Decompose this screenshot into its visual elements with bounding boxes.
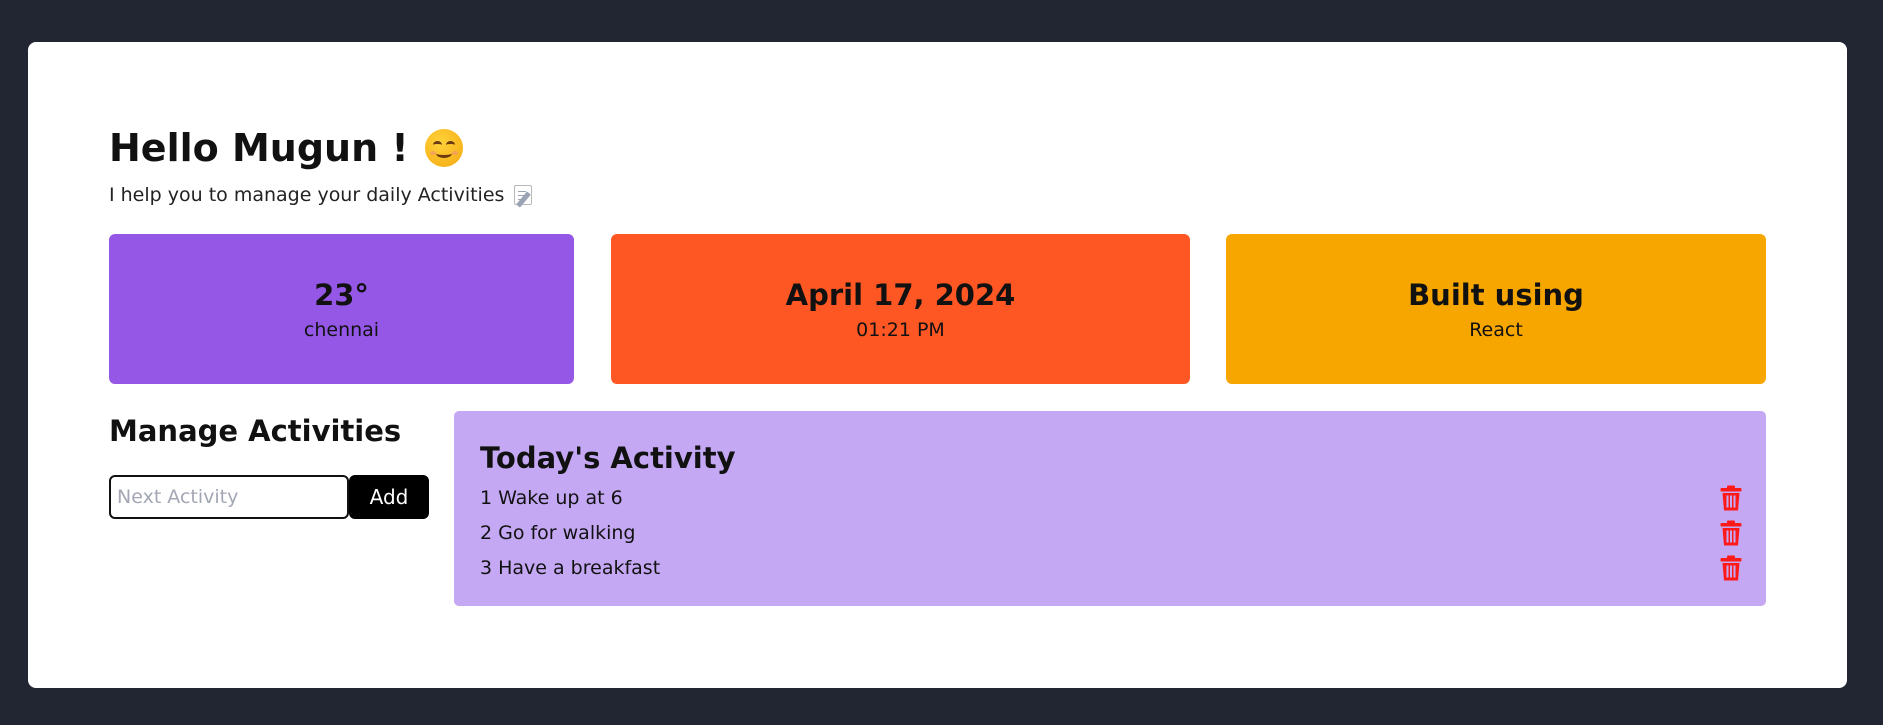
date-value: April 17, 2024 <box>785 278 1016 313</box>
trash-icon[interactable] <box>1720 485 1742 511</box>
city-label: chennai <box>303 318 380 341</box>
next-activity-input[interactable] <box>109 475 349 519</box>
weather-card: 23° chennai <box>109 234 574 384</box>
manage-activities-title: Manage Activities <box>109 414 402 448</box>
activity-item: 2 Go for walking <box>480 515 1742 550</box>
activity-list: 1 Wake up at 6 2 Go for walking 3 Have a… <box>480 480 1742 585</box>
activity-item: 3 Have a breakfast <box>480 550 1742 585</box>
built-using-title: Built using <box>1408 278 1584 313</box>
trash-icon[interactable] <box>1720 555 1742 581</box>
memo-icon <box>514 185 533 208</box>
greeting-text: Hello Mugun ! <box>109 126 409 170</box>
activity-label: 2 Go for walking <box>480 522 636 544</box>
todays-activity-panel: Today's Activity 1 Wake up at 6 2 Go for… <box>454 411 1766 606</box>
smiling-face-icon <box>424 129 463 167</box>
activity-item: 1 Wake up at 6 <box>480 480 1742 515</box>
subtitle: I help you to manage your daily Activiti… <box>109 182 533 208</box>
temperature-value: 23° <box>314 278 369 313</box>
activity-text: Have a breakfast <box>498 556 661 579</box>
activity-number: 3 <box>480 556 493 579</box>
activity-number: 1 <box>480 486 493 509</box>
activity-label: 3 Have a breakfast <box>480 557 660 579</box>
trash-icon[interactable] <box>1720 520 1742 546</box>
activity-number: 2 <box>480 521 493 544</box>
greeting-heading: Hello Mugun ! <box>109 125 463 171</box>
activity-text: Go for walking <box>498 521 636 544</box>
activity-label: 1 Wake up at 6 <box>480 487 623 509</box>
framework-label: React <box>1469 318 1523 341</box>
time-label: 01:21 PM <box>856 318 945 341</box>
built-with-card: Built using React <box>1226 234 1766 384</box>
date-card: April 17, 2024 01:21 PM <box>611 234 1190 384</box>
subtitle-text: I help you to manage your daily Activiti… <box>109 184 505 206</box>
todays-activity-title: Today's Activity <box>480 441 736 475</box>
add-button[interactable]: Add <box>349 475 429 519</box>
activity-text: Wake up at 6 <box>498 486 623 509</box>
